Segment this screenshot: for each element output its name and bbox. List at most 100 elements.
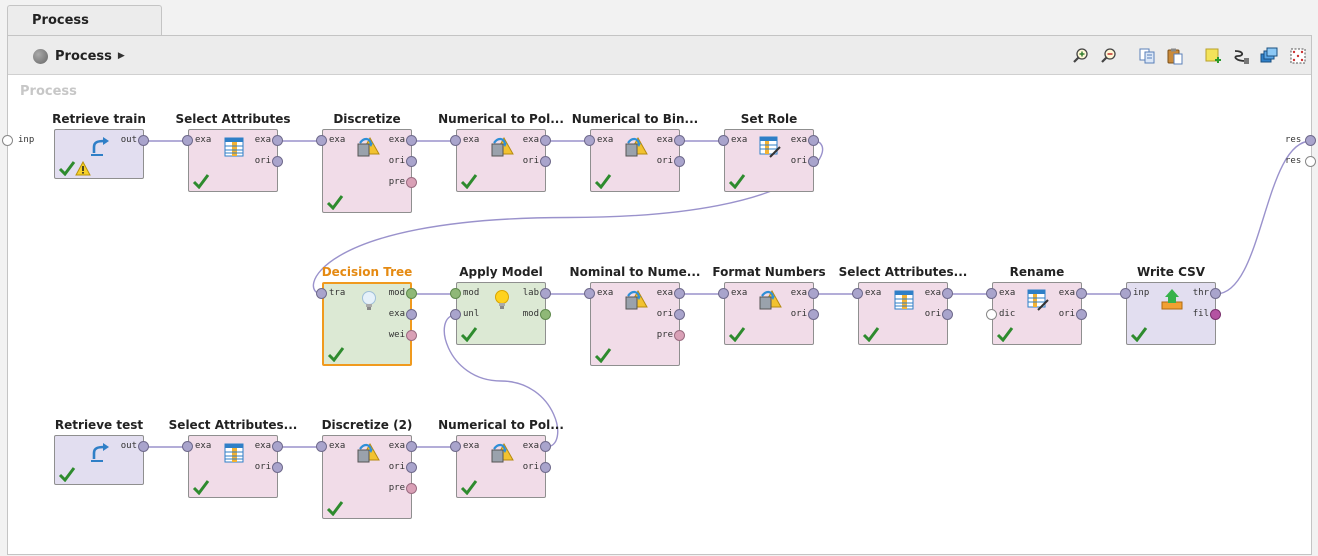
process-output-port-2[interactable]: [1305, 156, 1316, 167]
output-port-label: exa: [790, 288, 807, 298]
zoom-in-icon[interactable]: [1072, 47, 1090, 65]
convert-icon: [624, 135, 648, 159]
zoom-out-icon[interactable]: [1100, 47, 1118, 65]
output-port-ori[interactable]: [674, 309, 685, 320]
input-port-exa[interactable]: [584, 135, 595, 146]
process-output-port-1[interactable]: [1305, 135, 1316, 146]
output-port-exa[interactable]: [406, 135, 417, 146]
operator-title: Numerical to Bin...: [571, 112, 699, 126]
output-port-exa[interactable]: [272, 441, 283, 452]
output-port-lab[interactable]: [540, 288, 551, 299]
copy-icon[interactable]: [1138, 47, 1156, 65]
input-port-exa[interactable]: [584, 288, 595, 299]
output-port-mod[interactable]: [406, 288, 417, 299]
paste-icon[interactable]: [1166, 47, 1184, 65]
process-canvas[interactable]: Process Retrieve train out Select Attribut…: [2, 76, 1316, 554]
output-port-exa[interactable]: [808, 288, 819, 299]
operator-format-numbers[interactable]: Format Numbers exa exa ori: [712, 265, 826, 345]
input-port-mod[interactable]: [450, 288, 461, 299]
operator-apply-model[interactable]: Apply Model mod unl lab mod: [450, 265, 551, 345]
input-port-dic[interactable]: [986, 309, 997, 320]
input-port-exa[interactable]: [852, 288, 863, 299]
output-port-exa[interactable]: [540, 441, 551, 452]
operator-rename[interactable]: Rename exa dic exa ori: [986, 265, 1087, 345]
output-port-ori[interactable]: [808, 309, 819, 320]
input-port-exa[interactable]: [718, 135, 729, 146]
operator-decision-tree[interactable]: Decision Tree tra mod exa wei: [316, 265, 417, 366]
operator-select-attributes-3[interactable]: Select Attributes... exa exa ori: [169, 418, 297, 498]
output-port-out[interactable]: [138, 441, 149, 452]
input-port-exa[interactable]: [718, 288, 729, 299]
operator-numerical-to-polynominal-2[interactable]: Numerical to Pol... exa exa ori: [438, 418, 564, 498]
operator-discretize[interactable]: Discretize exa exa ori pre: [316, 112, 417, 213]
input-port-exa[interactable]: [450, 135, 461, 146]
output-port-label: ori: [656, 309, 673, 319]
output-port-ori[interactable]: [942, 309, 953, 320]
output-port-ori[interactable]: [540, 156, 551, 167]
output-port-ori[interactable]: [540, 462, 551, 473]
output-port-fil[interactable]: [1210, 309, 1221, 320]
output-port-ori[interactable]: [272, 462, 283, 473]
operator-retrieve-train[interactable]: Retrieve train out: [52, 112, 149, 179]
output-port-exa[interactable]: [1076, 288, 1087, 299]
breadcrumb[interactable]: Process ▶: [33, 47, 125, 65]
output-port-label: ori: [790, 309, 807, 319]
output-port-ori[interactable]: [272, 156, 283, 167]
operator-select-attributes-2[interactable]: Select Attributes... exa exa ori: [839, 265, 967, 345]
operator-write-csv[interactable]: Write CSV inp thr fil: [1120, 265, 1221, 345]
output-port-label: mod: [388, 288, 405, 298]
output-port-out[interactable]: [138, 135, 149, 146]
operator-numerical-to-polynominal[interactable]: Numerical to Pol... exa exa ori: [438, 112, 564, 192]
input-port-inp[interactable]: [1120, 288, 1131, 299]
output-port-exa[interactable]: [942, 288, 953, 299]
check-icon: [862, 326, 880, 343]
table-edit-icon: [758, 135, 782, 159]
output-port-ori[interactable]: [674, 156, 685, 167]
output-port-label: exa: [790, 135, 807, 145]
output-port-thr[interactable]: [1210, 288, 1221, 299]
process-output-label: res: [1285, 135, 1302, 145]
add-note-icon[interactable]: [1204, 47, 1222, 65]
fit-grid-icon[interactable]: [1289, 47, 1307, 65]
tab-process[interactable]: Process: [7, 5, 162, 36]
output-port-exa[interactable]: [674, 135, 685, 146]
output-port-exa[interactable]: [808, 135, 819, 146]
operator-set-role[interactable]: Set Role exa exa ori: [718, 112, 819, 192]
operator-nominal-to-numerical[interactable]: Nominal to Nume... exa exa ori pre: [570, 265, 700, 366]
input-port-label: exa: [597, 135, 614, 145]
arrange-layers-icon[interactable]: [1260, 47, 1278, 65]
output-port-label: exa: [522, 135, 539, 145]
output-port-exa[interactable]: [540, 135, 551, 146]
output-port-ori[interactable]: [406, 156, 417, 167]
output-port-exa[interactable]: [674, 288, 685, 299]
operator-discretize-2[interactable]: Discretize (2) exa exa ori pre: [316, 418, 417, 519]
process-input-port[interactable]: [2, 135, 13, 146]
output-port-mod[interactable]: [540, 309, 551, 320]
input-port-exa[interactable]: [316, 441, 327, 452]
output-port-exa[interactable]: [406, 309, 417, 320]
output-port-exa[interactable]: [406, 441, 417, 452]
output-port-label: exa: [388, 309, 405, 319]
input-port-unl[interactable]: [450, 309, 461, 320]
operator-retrieve-test[interactable]: Retrieve test out: [54, 418, 149, 485]
output-port-wei[interactable]: [406, 330, 417, 341]
output-port-pre[interactable]: [674, 330, 685, 341]
output-port-ori[interactable]: [808, 156, 819, 167]
operator-title: Select Attributes...: [168, 418, 298, 432]
input-port-exa[interactable]: [316, 135, 327, 146]
input-port-exa[interactable]: [450, 441, 461, 452]
output-port-ori[interactable]: [406, 462, 417, 473]
operator-title: Apply Model: [459, 265, 543, 279]
input-port-exa[interactable]: [986, 288, 997, 299]
output-port-pre[interactable]: [406, 483, 417, 494]
operator-select-attributes[interactable]: Select Attributes exa exa ori: [175, 112, 291, 192]
input-port-exa[interactable]: [182, 135, 193, 146]
input-port-tra[interactable]: [316, 288, 327, 299]
input-port-label: exa: [865, 288, 882, 298]
output-port-ori[interactable]: [1076, 309, 1087, 320]
operator-numerical-to-binominal[interactable]: Numerical to Bin... exa exa ori: [572, 112, 698, 192]
auto-wire-icon[interactable]: [1232, 47, 1250, 65]
output-port-exa[interactable]: [272, 135, 283, 146]
input-port-exa[interactable]: [182, 441, 193, 452]
output-port-pre[interactable]: [406, 177, 417, 188]
